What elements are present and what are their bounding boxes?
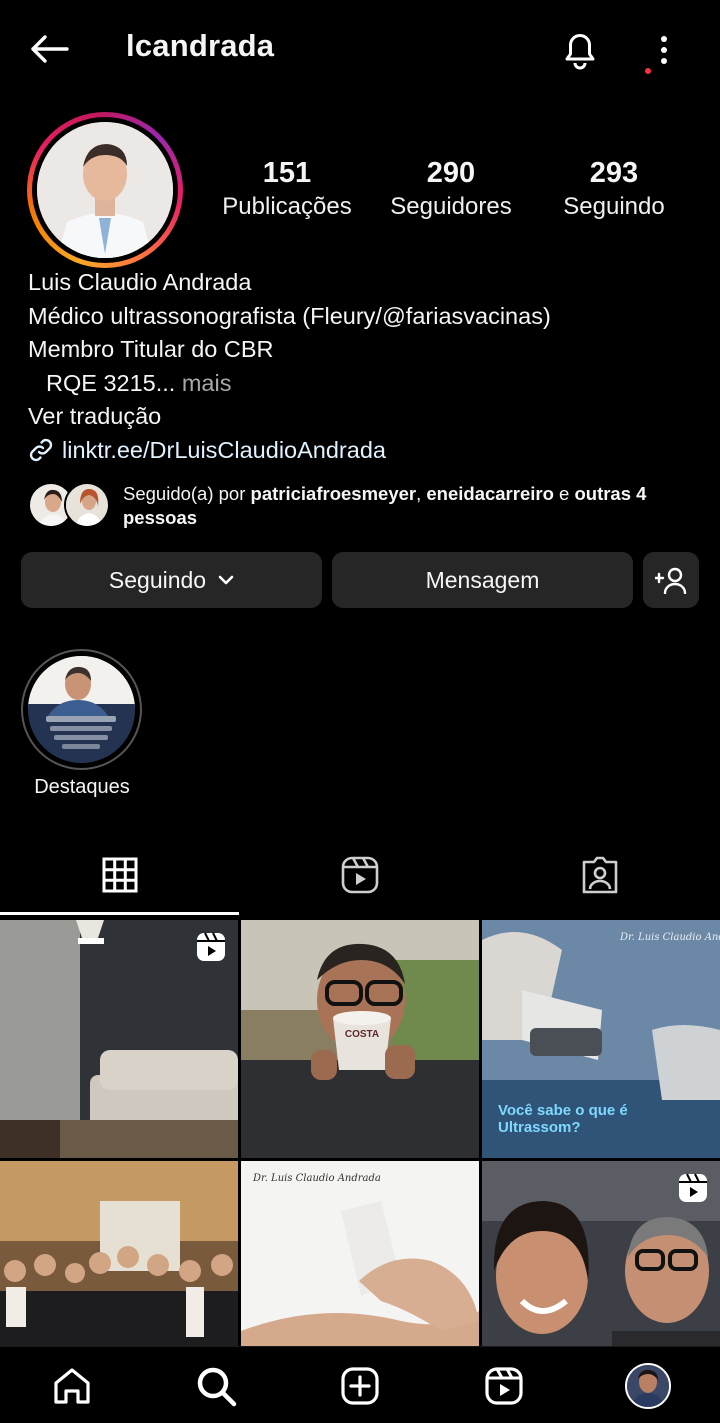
nav-home[interactable] [0,1347,144,1423]
bio-line-1: Médico ultrassonografista (Fleury/@faria… [28,302,551,329]
post-thumbnail[interactable]: COSTA [241,920,479,1158]
top-bar: lcandrada [0,0,720,100]
followed-by-row[interactable]: Seguido(a) por patriciafroesmeyer, eneid… [28,480,698,530]
back-arrow-icon [31,35,69,63]
stat-posts[interactable]: 151 Publicações [216,156,358,224]
followed-by-conjunction: e [553,483,575,504]
stat-following-label: Seguindo [563,193,665,220]
following-button-label: Seguindo [108,566,207,593]
highlight-cover [28,656,135,763]
stat-followers[interactable]: 290 Seguidores [382,156,520,224]
profile-bio: Luis Claudio Andrada Médico ultrassonogr… [28,266,551,467]
bio-link-text: linktr.ee/DrLuisClaudioAndrada [62,436,386,463]
bio-more-link[interactable]: mais [182,370,232,396]
nav-reels[interactable] [432,1347,576,1423]
message-button[interactable]: Mensagem [332,552,633,608]
bottom-nav [0,1346,720,1423]
add-user-icon [655,567,687,594]
grid-icon [102,857,138,893]
profile-avatar-ring[interactable] [27,112,183,268]
followed-by-user-1[interactable]: patriciafroesmeyer [251,483,417,504]
tab-posts-grid[interactable] [0,834,240,916]
create-icon [341,1366,379,1405]
bio-line-3: RQE 3215... mais [28,367,551,401]
tab-reels[interactable] [240,834,480,916]
post-thumbnail[interactable]: Dr. Luis Claudio Andrada Você sabe o que… [482,920,720,1158]
profile-username: lcandrada [126,28,275,63]
post-watermark: Dr. Luis Claudio Andrada [252,1173,381,1184]
bio-external-link[interactable]: linktr.ee/DrLuisClaudioAndrada [28,434,551,468]
tagged-icon [582,856,618,894]
nav-create[interactable] [288,1347,432,1423]
stat-followers-label: Seguidores [390,193,512,220]
profile-tabs [0,834,720,916]
message-button-label: Mensagem [425,566,540,593]
stat-following-count: 293 [589,157,639,189]
chevron-down-icon [218,575,234,585]
post-overlay-text: Você sabe o que é Ultrassom? [498,1102,628,1136]
bio-line-3-text: RQE 3215... [46,369,176,396]
bio-line-2: Membro Titular do CBR [28,336,274,362]
profile-avatar-small [625,1362,671,1409]
nav-profile[interactable] [576,1347,720,1423]
suggest-users-button[interactable] [643,552,699,608]
more-vertical-icon [661,36,667,64]
post-thumbnail[interactable] [0,920,238,1158]
followed-by-user-2[interactable]: eneidacarreiro [426,483,554,504]
follower-avatar-2 [64,482,110,528]
tab-tagged[interactable] [480,834,720,916]
stat-posts-label: Publicações [222,193,352,220]
reel-badge-icon [679,1173,707,1202]
post-watermark: Dr. Luis Claudio Andrada [619,932,720,943]
active-tab-indicator [0,912,239,915]
stat-followers-count: 290 [426,157,476,189]
cup-text: COSTA [345,1029,379,1040]
more-options-button[interactable] [646,28,682,72]
profile-full-name: Luis Claudio Andrada [28,269,252,295]
stat-posts-count: 151 [262,157,312,189]
notifications-button[interactable] [556,24,604,74]
search-icon [197,1367,237,1406]
bell-icon [565,34,595,70]
notification-dot [645,68,651,74]
followed-by-separator: , [416,483,427,504]
highlight-label: Destaques [34,776,130,798]
reel-badge-icon [197,932,225,961]
nav-search[interactable] [144,1347,288,1423]
following-button[interactable]: Seguindo [21,552,322,608]
followed-by-text: Seguido(a) por patriciafroesmeyer, eneid… [123,482,703,530]
link-icon [29,439,53,462]
back-button[interactable] [24,26,74,72]
profile-avatar [37,122,173,258]
followed-by-prefix: Seguido(a) por [123,483,251,504]
reels-icon [485,1366,523,1405]
translate-link[interactable]: Ver tradução [28,400,551,434]
reels-icon [341,856,379,894]
stat-following[interactable]: 293 Seguindo [552,156,676,224]
home-icon [54,1367,90,1404]
story-highlight[interactable] [21,649,142,770]
